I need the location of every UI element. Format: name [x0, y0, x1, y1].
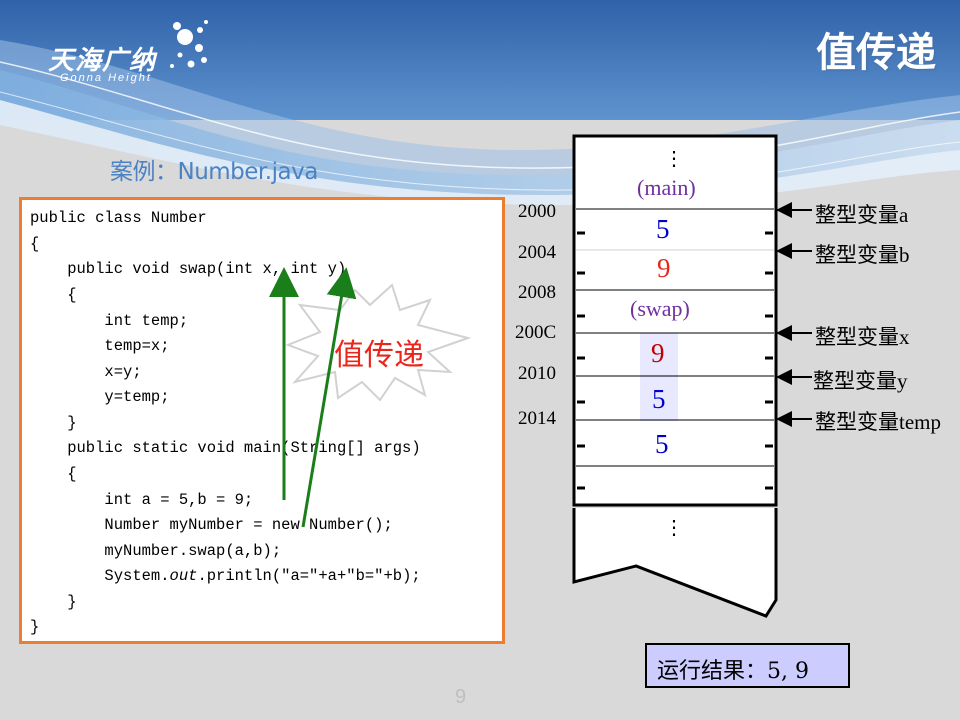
pointer-label-var: temp	[899, 410, 941, 434]
stack-value-temp: 5	[655, 429, 669, 459]
pointer-label-var: a	[899, 203, 909, 227]
pointer-label-y: 整型变量y	[813, 365, 908, 395]
pointer-label-b: 整型变量b	[815, 239, 910, 269]
pointer-label-cn: 整型变量	[813, 369, 897, 393]
stack-value-y: 5	[652, 384, 666, 414]
stack-value-b: 9	[657, 253, 671, 283]
pointer-label-var: b	[899, 243, 910, 267]
pointer-label-a: 整型变量a	[815, 199, 908, 229]
address-label: 2000	[518, 201, 556, 222]
address-label: 200C	[515, 322, 557, 343]
pointer-arrows	[776, 202, 812, 427]
address-label: 2008	[518, 282, 556, 303]
pointer-label-temp: 整型变量temp	[815, 406, 941, 436]
pointer-label-var: x	[899, 325, 910, 349]
result-text: 运行结果：5, 9	[657, 659, 809, 684]
address-label: 2010	[518, 363, 556, 384]
pointer-label-cn: 整型变量	[815, 203, 899, 227]
stack-value-a: 5	[656, 214, 670, 244]
address-label: 2004	[518, 242, 556, 263]
address-label: 2014	[518, 408, 556, 429]
result-box: 运行结果：5, 9	[645, 643, 850, 688]
stack-ellipsis-bottom: ⋮	[664, 517, 684, 539]
stack-diagram	[572, 134, 812, 618]
pointer-label-cn: 整型变量	[815, 325, 899, 349]
pointer-label-cn: 整型变量	[815, 410, 899, 434]
pointer-label-cn: 整型变量	[815, 243, 899, 267]
pointer-label-x: 整型变量x	[815, 321, 910, 351]
frame-label-swap: (swap)	[630, 296, 690, 321]
stack-ellipsis-top: ⋮	[664, 148, 684, 170]
pointer-label-var: y	[897, 369, 908, 393]
frame-label-main: (main)	[637, 175, 696, 200]
stack-value-x: 9	[651, 338, 665, 368]
page-number: 9	[455, 686, 467, 708]
